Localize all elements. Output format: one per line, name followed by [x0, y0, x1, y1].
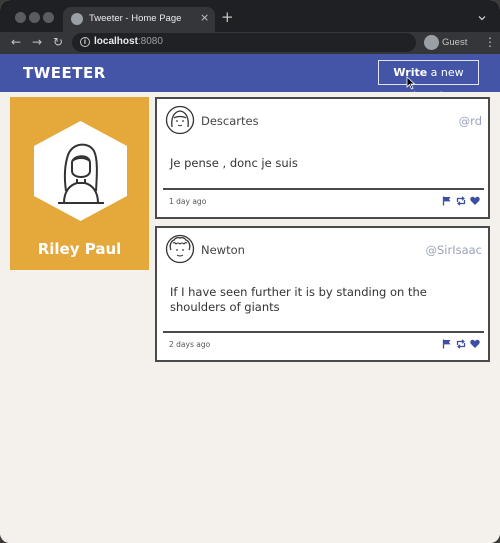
tweet-handle[interactable]: @SirIsaac: [425, 243, 482, 257]
maximize-window-button[interactable]: [43, 12, 54, 23]
browser-toolbar: ← → ↻ i localhost:8080 Guest ⋮: [0, 32, 500, 54]
info-icon[interactable]: i: [80, 37, 90, 47]
tweet-time: 1 day ago: [169, 197, 207, 206]
profile-card: Riley Paul: [10, 97, 149, 270]
tab-strip: Tweeter - Home Page × +: [0, 0, 500, 32]
tab-title: Tweeter - Home Page: [89, 13, 182, 24]
back-button[interactable]: ←: [8, 34, 24, 50]
flag-icon[interactable]: [442, 196, 452, 206]
forward-button[interactable]: →: [29, 34, 45, 50]
woman-avatar-icon: [34, 121, 127, 221]
tweet-author[interactable]: Newton: [201, 243, 245, 257]
heart-icon[interactable]: [470, 196, 480, 206]
profile-label[interactable]: Guest: [442, 37, 467, 48]
tweet-text: If I have seen further it is by standing…: [170, 285, 427, 314]
tweet-handle[interactable]: @rd: [459, 114, 482, 128]
girl-avatar-icon: [165, 105, 195, 135]
url-text[interactable]: localhost:8080: [94, 36, 163, 47]
flag-icon[interactable]: [442, 339, 452, 349]
app-header: TWEETER Write a new tweet: [0, 54, 500, 102]
retweet-icon[interactable]: [456, 339, 466, 349]
tweet-text: Je pense , donc je suis: [170, 156, 298, 170]
write-tweet-button[interactable]: Write a new tweet: [378, 60, 479, 102]
tweet-actions: [442, 196, 482, 206]
browser-menu-button[interactable]: ⋮: [484, 35, 496, 49]
profile-name[interactable]: Riley Paul: [10, 240, 149, 258]
retweet-icon[interactable]: [456, 196, 466, 206]
reload-button[interactable]: ↻: [50, 34, 66, 50]
curly-hair-avatar-icon: [165, 234, 195, 264]
tweet-divider: [163, 331, 484, 333]
logo[interactable]: TWEETER: [23, 64, 106, 82]
heart-icon[interactable]: [470, 339, 480, 349]
new-tab-button[interactable]: +: [221, 9, 234, 25]
address-bar[interactable]: i localhost:8080: [72, 33, 416, 52]
tweet-time: 2 days ago: [169, 340, 211, 349]
tweet-card: Newton @SirIsaac If I have seen further …: [155, 226, 490, 362]
main-content: Riley Paul Descartes @rd Je pense , donc…: [0, 92, 500, 543]
mouse-cursor-icon: [406, 76, 416, 90]
tweet-actions: [442, 339, 482, 349]
globe-icon: [71, 13, 83, 25]
tab-active[interactable]: Tweeter - Home Page ×: [63, 7, 215, 32]
url-port: :8080: [137, 36, 163, 47]
tweet-card: Descartes @rd Je pense , donc je suis 1 …: [155, 97, 490, 219]
tweet-divider: [163, 188, 484, 190]
close-window-button[interactable]: [15, 12, 26, 23]
url-host: localhost: [94, 36, 138, 47]
chevron-down-icon[interactable]: [478, 14, 486, 22]
profile-avatar-icon[interactable]: [424, 35, 439, 50]
minimize-window-button[interactable]: [29, 12, 40, 23]
tweet-author[interactable]: Descartes: [201, 114, 259, 128]
browser-window: Tweeter - Home Page × + ← → ↻ i localhos…: [0, 0, 500, 543]
tab-close-icon[interactable]: ×: [200, 11, 209, 25]
